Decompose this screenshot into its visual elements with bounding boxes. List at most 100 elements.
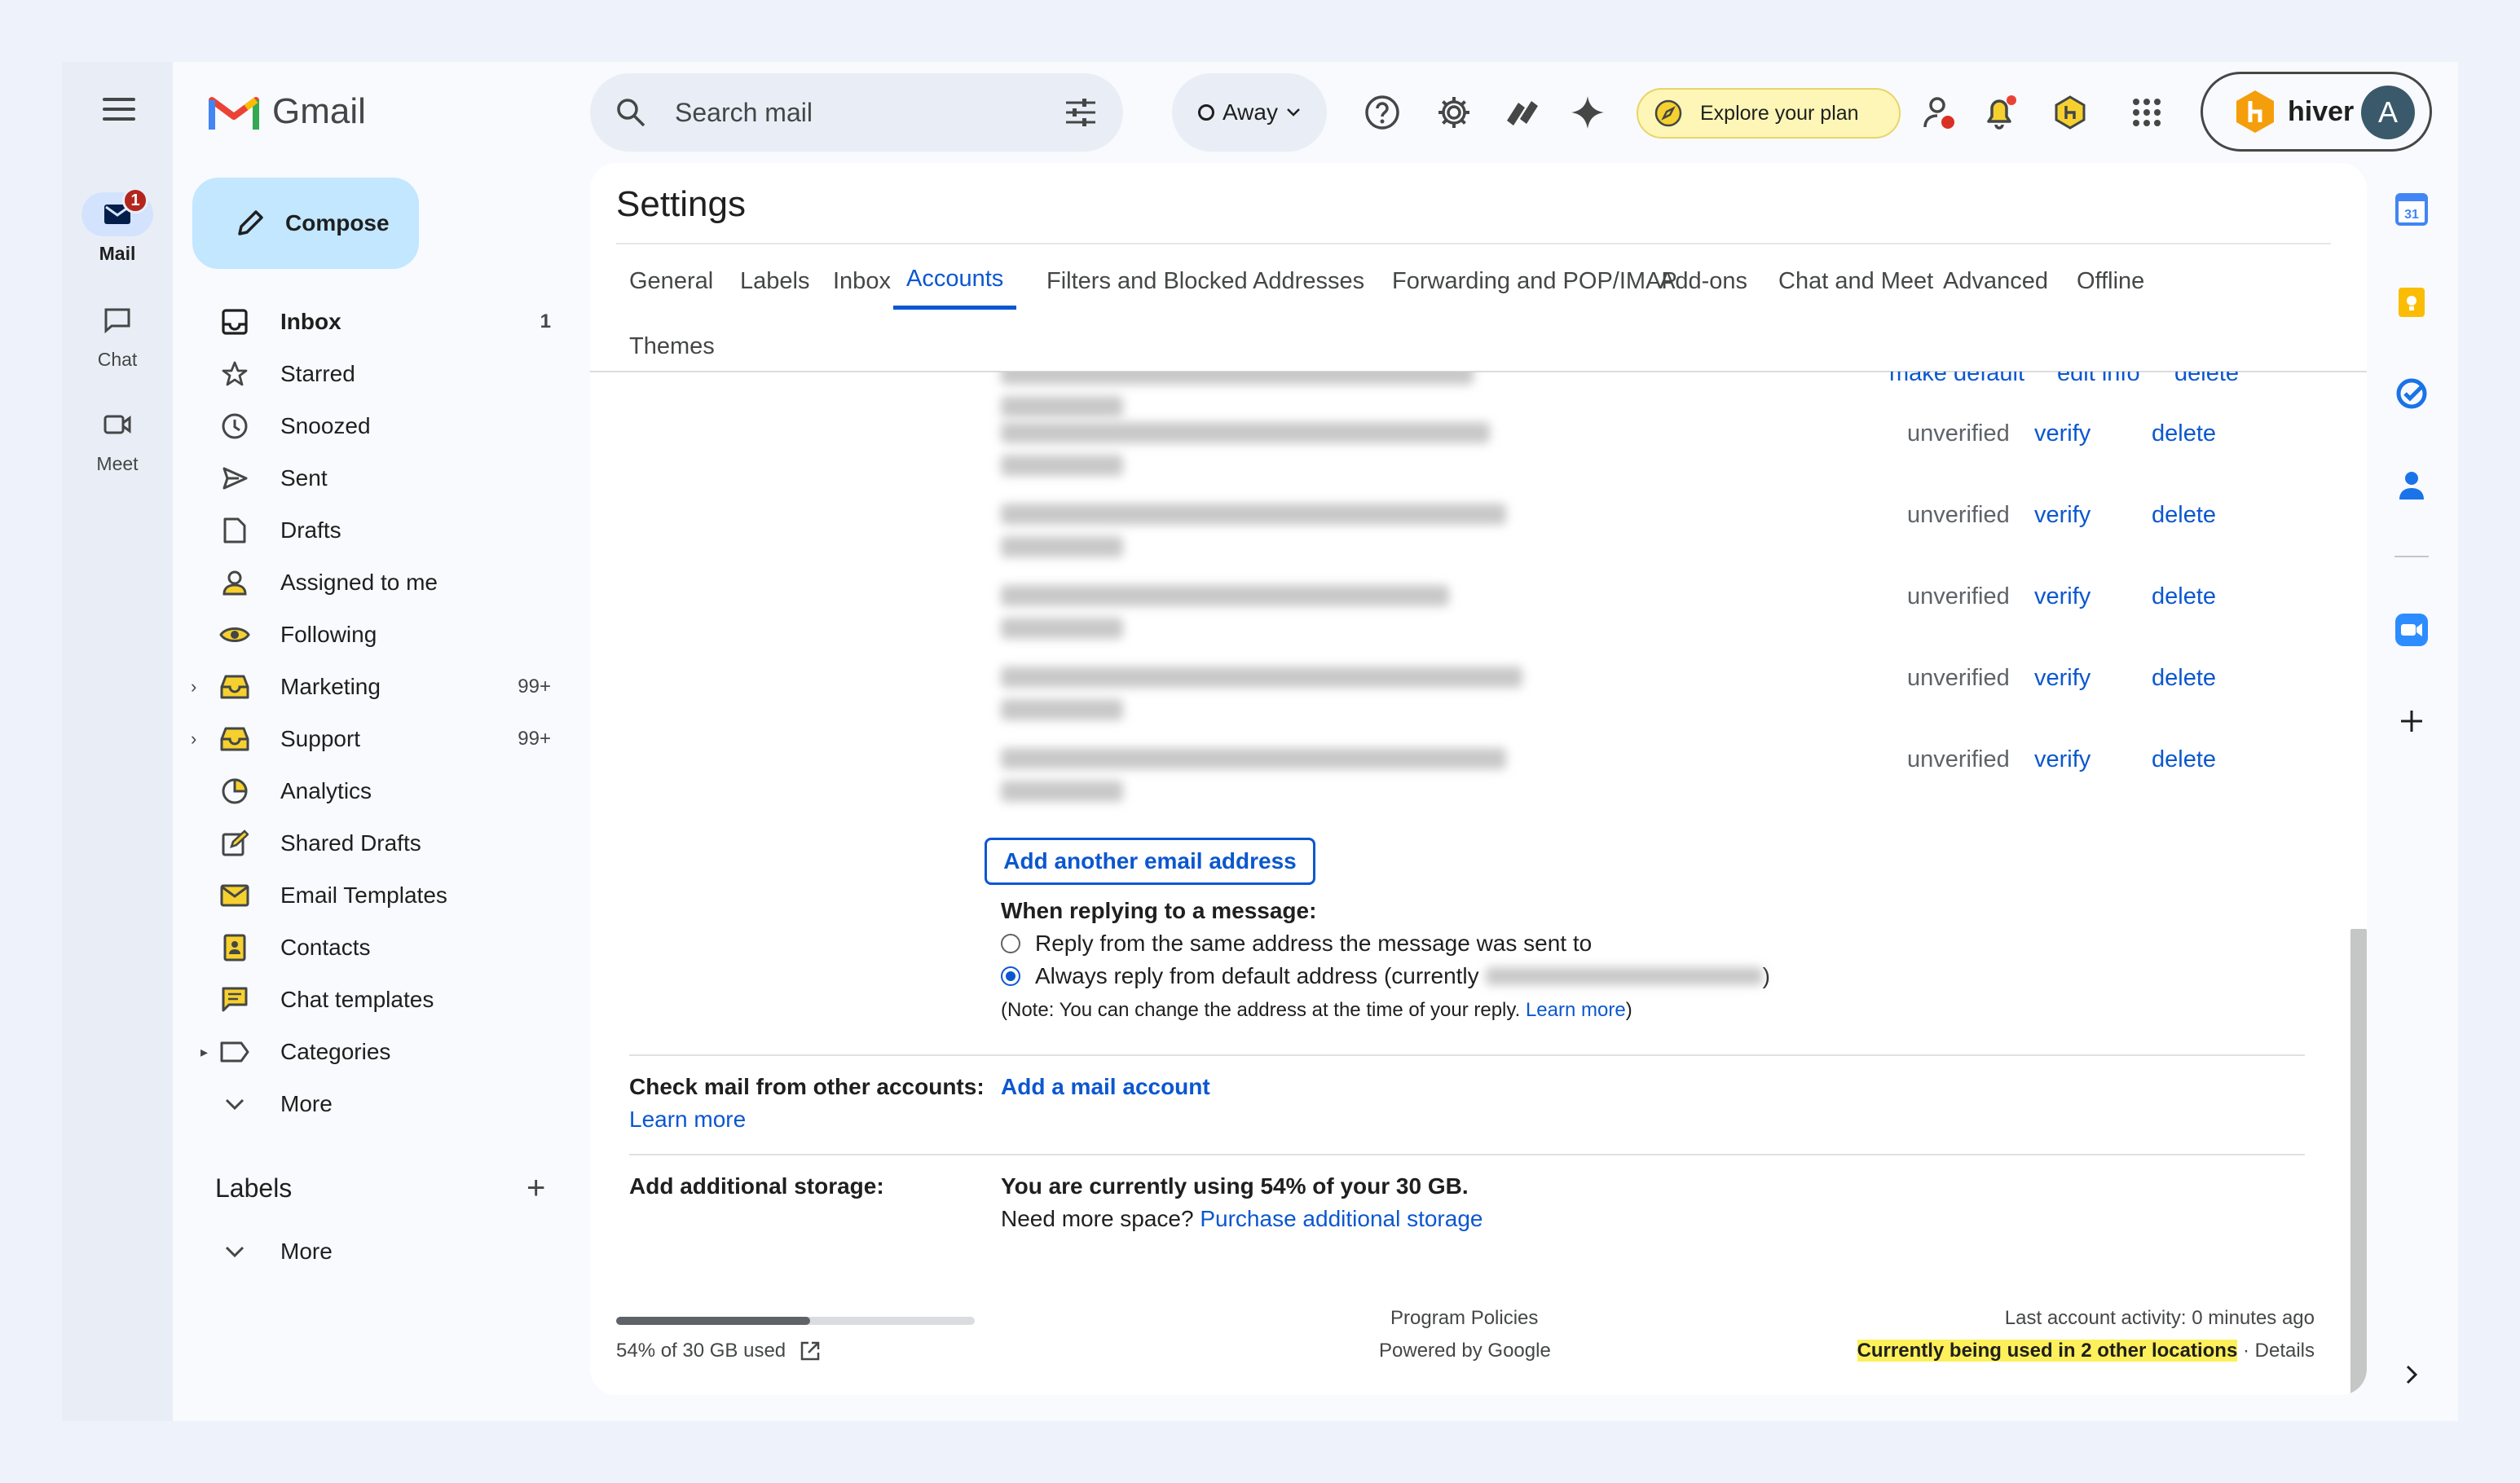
create-label-button[interactable]: + bbox=[526, 1170, 545, 1207]
main-menu-button[interactable] bbox=[103, 98, 135, 121]
verify-link[interactable]: verify bbox=[2034, 665, 2090, 692]
edit-info-link[interactable]: edit info bbox=[2057, 372, 2140, 387]
calendar-app[interactable]: 31 bbox=[2394, 192, 2429, 227]
add-email-address-button[interactable]: Add another email address bbox=[985, 838, 1315, 885]
expand-arrow-icon[interactable]: ▸ bbox=[200, 1044, 208, 1061]
assign-button[interactable] bbox=[1919, 91, 1961, 134]
reply-same-address-label[interactable]: Reply from the same address the message … bbox=[1035, 931, 1592, 957]
verify-link[interactable]: verify bbox=[2034, 420, 2090, 447]
delete-link[interactable]: delete bbox=[2174, 372, 2239, 387]
nav-inbox[interactable]: Inbox 1 bbox=[187, 296, 571, 348]
verify-link[interactable]: verify bbox=[2034, 583, 2090, 610]
compose-button[interactable]: Compose bbox=[192, 178, 419, 269]
rail-mail[interactable]: 1 Mail bbox=[62, 187, 173, 265]
delete-link[interactable]: delete bbox=[2152, 746, 2216, 773]
nav-shared-drafts[interactable]: Shared Drafts bbox=[187, 817, 571, 869]
reply-same-address-radio[interactable] bbox=[1001, 934, 1020, 953]
tab-accounts[interactable]: Accounts bbox=[893, 253, 1017, 310]
storage-usage-fill bbox=[616, 1317, 810, 1325]
explore-plan-button[interactable]: Explore your plan bbox=[1637, 88, 1901, 139]
rail-chat[interactable]: Chat bbox=[62, 298, 173, 371]
tasks-app[interactable] bbox=[2394, 376, 2429, 411]
account-avatar[interactable]: A bbox=[2361, 86, 2415, 139]
delete-link[interactable]: delete bbox=[2152, 502, 2216, 529]
rail-meet[interactable]: Meet bbox=[62, 403, 173, 475]
make-default-link[interactable]: make default bbox=[1889, 372, 2024, 387]
gmail-logo[interactable]: Gmail bbox=[209, 91, 366, 132]
nav-assigned-to-me[interactable]: Assigned to me bbox=[187, 557, 571, 609]
person-icon bbox=[222, 570, 247, 596]
zoom-app[interactable] bbox=[2394, 613, 2429, 647]
add-mail-account-link[interactable]: Add a mail account bbox=[1001, 1074, 1210, 1100]
program-policies-link[interactable]: Program Policies bbox=[1390, 1307, 1538, 1330]
nav-marketing[interactable]: › Marketing 99+ bbox=[187, 661, 571, 713]
apps-script-button[interactable] bbox=[1501, 91, 1544, 134]
search-bar[interactable]: Search mail bbox=[590, 73, 1123, 152]
gmail-m-icon bbox=[209, 97, 259, 130]
reply-default-address-radio[interactable] bbox=[1001, 966, 1020, 986]
reply-learn-more-link[interactable]: Learn more bbox=[1526, 999, 1626, 1021]
check-mail-learn-more-link[interactable]: Learn more bbox=[629, 1107, 746, 1133]
settings-panel: Settings General Labels Inbox Accounts F… bbox=[590, 163, 2367, 1395]
delete-link[interactable]: delete bbox=[2152, 420, 2216, 447]
tab-general[interactable]: General bbox=[629, 253, 713, 310]
tab-labels[interactable]: Labels bbox=[740, 253, 809, 310]
nav-sent[interactable]: Sent bbox=[187, 452, 571, 504]
nav-snoozed[interactable]: Snoozed bbox=[187, 400, 571, 452]
google-apps-button[interactable] bbox=[2126, 91, 2168, 134]
nav-drafts[interactable]: Drafts bbox=[187, 504, 571, 557]
tab-offline[interactable]: Offline bbox=[2077, 253, 2144, 310]
reply-default-address-label[interactable]: Always reply from default address (curre… bbox=[1035, 963, 1770, 989]
nav-label: Sent bbox=[280, 465, 328, 491]
contacts-app[interactable] bbox=[2394, 468, 2429, 502]
person-status-icon bbox=[1923, 97, 1954, 129]
help-button[interactable] bbox=[1361, 91, 1403, 134]
tab-chat-meet[interactable]: Chat and Meet bbox=[1778, 253, 1933, 310]
search-options-icon[interactable] bbox=[1064, 96, 1097, 129]
expand-arrow-icon[interactable]: › bbox=[191, 728, 196, 750]
tab-themes[interactable]: Themes bbox=[629, 318, 715, 375]
tab-forwarding[interactable]: Forwarding and POP/IMAP bbox=[1392, 253, 1677, 310]
pencil-icon bbox=[238, 210, 263, 235]
open-external-icon[interactable] bbox=[799, 1340, 822, 1362]
verify-link[interactable]: verify bbox=[2034, 502, 2090, 529]
delete-link[interactable]: delete bbox=[2152, 665, 2216, 692]
notifications-button[interactable] bbox=[1979, 91, 2021, 134]
tab-addons[interactable]: Add-ons bbox=[1659, 253, 1747, 310]
hiver-extension-button[interactable] bbox=[2049, 91, 2091, 134]
details-link[interactable]: Details bbox=[2255, 1340, 2315, 1362]
keep-app[interactable] bbox=[2394, 285, 2429, 319]
contacts-icon bbox=[223, 934, 246, 962]
nav-following[interactable]: Following bbox=[187, 609, 571, 661]
contacts-person-icon bbox=[2399, 472, 2424, 499]
tab-filters[interactable]: Filters and Blocked Addresses bbox=[1046, 253, 1364, 310]
scrollbar[interactable] bbox=[2350, 929, 2367, 1395]
settings-button[interactable] bbox=[1433, 91, 1475, 134]
nav-email-templates[interactable]: Email Templates bbox=[187, 869, 571, 922]
purchase-storage-link[interactable]: Purchase additional storage bbox=[1200, 1206, 1482, 1231]
expand-arrow-icon[interactable]: › bbox=[191, 676, 196, 697]
nav-categories[interactable]: ▸ Categories bbox=[187, 1026, 571, 1078]
nav-contacts[interactable]: Contacts bbox=[187, 922, 571, 974]
expand-side-panel-button[interactable] bbox=[2394, 1358, 2429, 1392]
add-app-button[interactable] bbox=[2394, 704, 2429, 738]
nav-chat-templates[interactable]: Chat templates bbox=[187, 974, 571, 1026]
nav-more[interactable]: More bbox=[187, 1078, 571, 1130]
address-row: unverified verify delete bbox=[1001, 561, 2223, 642]
nav-analytics[interactable]: Analytics bbox=[187, 765, 571, 817]
labels-more[interactable]: More bbox=[187, 1226, 571, 1278]
nav-count: 99+ bbox=[518, 728, 551, 750]
nav-label: Starred bbox=[280, 361, 355, 386]
search-input[interactable]: Search mail bbox=[675, 98, 813, 128]
hiver-account-button[interactable]: hiver A bbox=[2201, 72, 2432, 152]
tab-inbox[interactable]: Inbox bbox=[833, 253, 891, 310]
nav-support[interactable]: › Support 99+ bbox=[187, 713, 571, 765]
tab-advanced[interactable]: Advanced bbox=[1943, 253, 2048, 310]
delete-link[interactable]: delete bbox=[2152, 583, 2216, 610]
status-selector[interactable]: Away bbox=[1172, 73, 1327, 152]
nav-starred[interactable]: Starred bbox=[187, 348, 571, 400]
search-icon[interactable] bbox=[615, 96, 647, 129]
verify-link[interactable]: verify bbox=[2034, 746, 2090, 773]
gemini-button[interactable] bbox=[1566, 91, 1609, 134]
rail-mail-label: Mail bbox=[99, 243, 136, 264]
